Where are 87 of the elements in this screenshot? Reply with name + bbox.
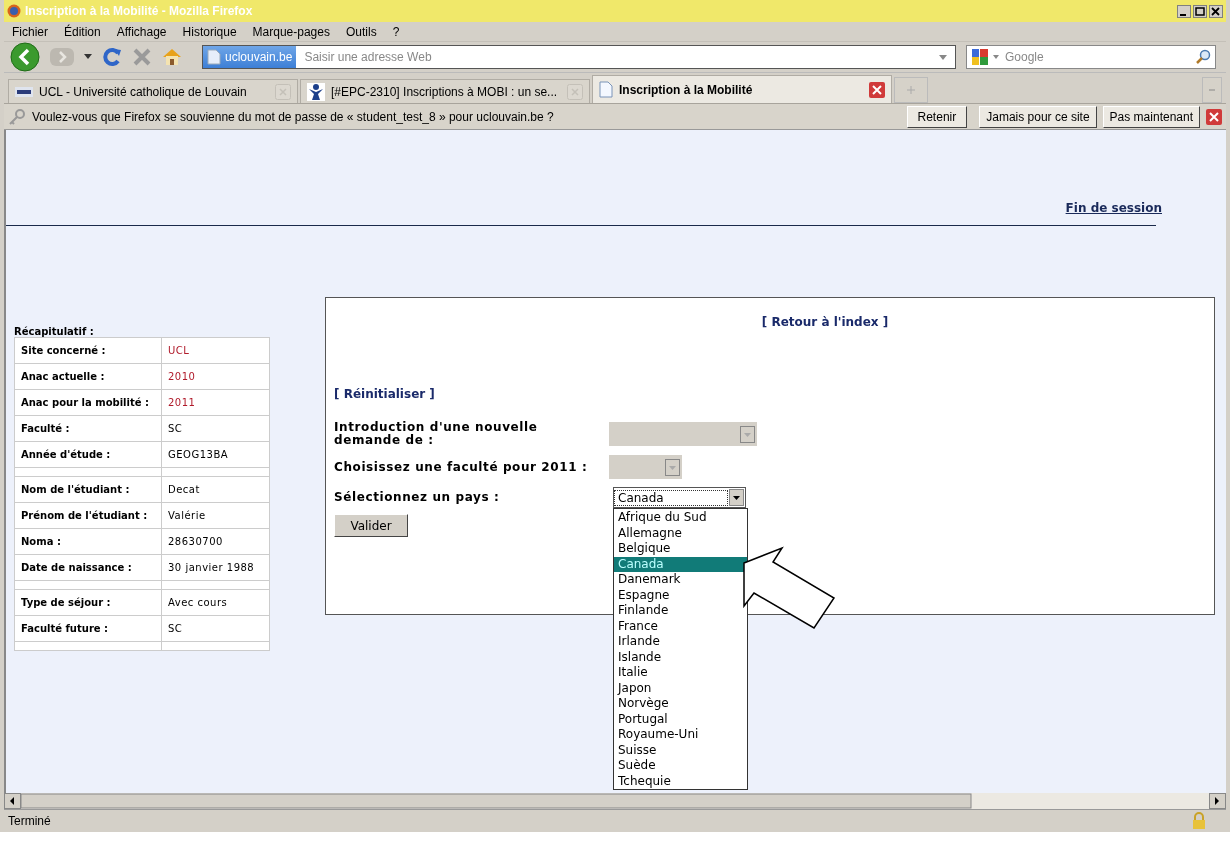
table-cell: Date de naissance : <box>14 554 162 581</box>
page-icon <box>599 81 613 98</box>
field-label: Sélectionnez un pays : <box>334 491 501 504</box>
search-icon[interactable] <box>1195 49 1211 65</box>
stop-icon[interactable] <box>132 47 152 67</box>
table-cell: SC <box>161 615 270 642</box>
browser-tab[interactable]: UCL - Université catholique de Louvain <box>8 79 298 103</box>
dropdown-option[interactable]: Allemagne <box>614 525 747 541</box>
table-cell: Noma : <box>14 528 162 555</box>
home-icon[interactable] <box>162 48 182 66</box>
logout-link[interactable]: Fin de session <box>1065 201 1162 219</box>
dropdown-icon[interactable] <box>939 54 947 60</box>
reload-icon[interactable] <box>102 47 122 67</box>
dropdown-option[interactable]: France <box>614 618 747 634</box>
reset-link[interactable]: [ Réinitialiser ] <box>334 387 435 401</box>
table-cell: Année d'étude : <box>14 441 162 468</box>
dropdown-option[interactable]: Finlande <box>614 603 747 619</box>
horizontal-scrollbar[interactable] <box>4 793 1226 809</box>
notification-button[interactable]: Jamais pour ce site <box>979 105 1097 128</box>
table-cell: 28630700 <box>161 528 270 555</box>
dropdown-option[interactable]: Irlande <box>614 634 747 650</box>
menu-item[interactable]: Édition <box>64 24 101 39</box>
dropdown-option[interactable]: Suisse <box>614 742 747 758</box>
field-label: Choisissez une faculté pour 2011 : <box>334 460 589 474</box>
back-icon[interactable] <box>10 42 40 72</box>
dropdown-option[interactable]: Suède <box>614 758 747 774</box>
select-field[interactable]: Canada <box>613 487 746 508</box>
menu-item[interactable]: Marque-pages <box>252 24 330 39</box>
notification-button[interactable]: Pas maintenant <box>1102 105 1200 128</box>
table-cell: Valérie <box>161 502 270 529</box>
key-icon <box>8 107 26 126</box>
table-cell: 30 janvier 1988 <box>161 554 270 581</box>
back-link[interactable]: [ Retour à l'index ] <box>761 315 889 329</box>
address-field[interactable]: Saisir une adresse Web <box>302 49 933 65</box>
notification-button[interactable]: Retenir <box>906 105 968 128</box>
dropdown-option[interactable]: Afrique du Sud <box>614 510 747 526</box>
dropdown-option[interactable]: Italie <box>614 665 747 681</box>
table-cell: 2010 <box>161 363 270 390</box>
menu-item[interactable]: Fichier <box>12 24 48 39</box>
dropdown-option[interactable]: Espagne <box>614 587 747 603</box>
table-cell: Avec cours <box>161 589 270 616</box>
dropdown-option[interactable]: Islande <box>614 649 747 665</box>
table-cell: Faculté future : <box>14 615 162 642</box>
maximize-icon[interactable] <box>1193 4 1207 18</box>
search-bar[interactable]: Google <box>966 45 1216 69</box>
padlock-icon <box>1192 812 1206 830</box>
person-icon <box>307 82 325 101</box>
page-icon <box>207 49 221 65</box>
table-cell: 2011 <box>161 389 270 416</box>
browser-tab[interactable]: [#EPC-2310] Inscriptions à MOBI : un se... <box>300 79 590 103</box>
dropdown-option[interactable]: Portugal <box>614 711 747 727</box>
table-cell: Nom de l'étudiant : <box>14 476 162 503</box>
status-text: Terminé <box>8 814 51 828</box>
table-cell: UCL <box>161 337 270 364</box>
dropdown-option[interactable]: Tchequie <box>614 773 747 789</box>
browser-logo-icon <box>7 4 21 18</box>
window-title: Inscription à la Mobilité - Mozilla Firefox <box>25 4 253 18</box>
menu-item[interactable]: Historique <box>182 24 237 39</box>
table-cell: Decat <box>161 476 270 503</box>
search-engine-icon[interactable] <box>971 48 989 66</box>
table-cell: GEOG13BA <box>161 441 270 468</box>
dropdown-option[interactable]: Japon <box>614 680 747 696</box>
table-cell: Anac pour la mobilité : <box>14 389 162 416</box>
dropdown-option[interactable]: Royaume-Uni <box>614 727 747 743</box>
dropdown-option[interactable]: Danemark <box>614 572 747 588</box>
table-cell: SC <box>161 415 270 442</box>
table-cell: Site concerné : <box>14 337 162 364</box>
notification-message: Voulez-vous que Firefox se souvienne du mot de passe de « student_test_8 » pour uclouvain.be ? <box>32 109 555 124</box>
submit-button[interactable]: Valider <box>334 514 408 537</box>
site-logo-icon <box>15 86 33 97</box>
caret-icon[interactable] <box>84 54 92 60</box>
table-cell: Anac actuelle : <box>14 363 162 390</box>
menu-item[interactable]: ? <box>392 24 400 39</box>
minimize-icon[interactable] <box>1177 4 1191 18</box>
dropdown-option[interactable]: Canada <box>614 556 747 572</box>
table-cell: Prénom de l'étudiant : <box>14 502 162 529</box>
menu-item[interactable]: Outils <box>345 24 377 39</box>
dropdown-option[interactable]: Belgique <box>614 541 747 557</box>
table-cell: Faculté : <box>14 415 162 442</box>
dropdown-option[interactable]: Norvège <box>614 696 747 712</box>
browser-tab[interactable]: Inscription à la Mobilité <box>592 75 892 103</box>
close-icon[interactable] <box>1209 4 1223 18</box>
field-label: Introduction d'une nouvelle demande de : <box>334 421 539 447</box>
table-cell: Type de séjour : <box>14 589 162 616</box>
summary-title: Récapitulatif : <box>14 326 95 337</box>
search-field[interactable]: Google <box>1003 49 1191 65</box>
menu-item[interactable]: Affichage <box>116 24 167 39</box>
